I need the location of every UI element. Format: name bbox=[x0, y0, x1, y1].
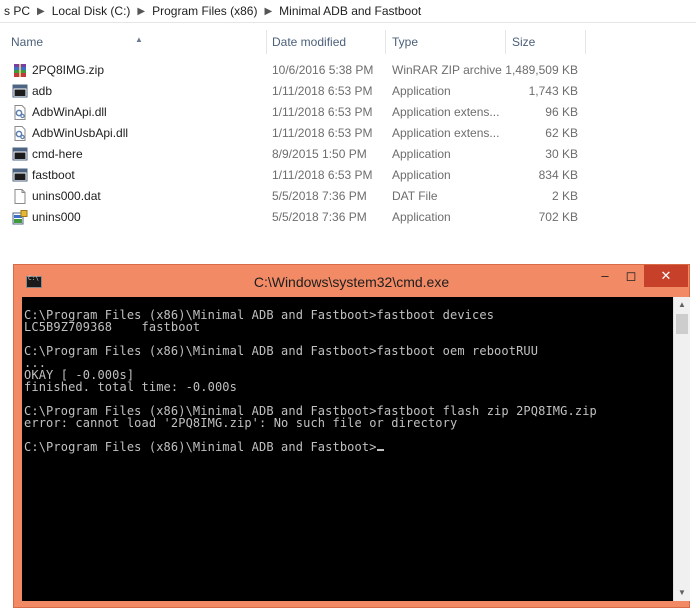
file-size: 702 KB bbox=[538, 210, 578, 224]
file-name: AdbWinApi.dll bbox=[32, 105, 107, 119]
chevron-right-icon[interactable]: ▶ bbox=[134, 6, 148, 17]
file-name: adb bbox=[32, 84, 53, 98]
close-icon: ✕ bbox=[660, 268, 672, 283]
cmd-output: C:\Program Files (x86)\Minimal ADB and F… bbox=[24, 309, 664, 453]
file-type: Application extens... bbox=[392, 126, 500, 140]
dll-file-icon bbox=[14, 126, 26, 141]
scroll-down-arrow-icon[interactable]: ▼ bbox=[674, 585, 690, 601]
file-type: Application extens... bbox=[392, 105, 500, 119]
file-type: Application bbox=[392, 147, 451, 161]
file-date: 1/11/2018 6:53 PM bbox=[272, 84, 373, 98]
scroll-up-arrow-icon[interactable]: ▲ bbox=[674, 297, 690, 313]
file-name: AdbWinUsbApi.dll bbox=[32, 126, 129, 140]
blank-file-icon bbox=[14, 189, 26, 204]
column-header-name[interactable]: Name ▲ bbox=[5, 30, 267, 54]
file-date: 1/11/2018 6:53 PM bbox=[272, 126, 373, 140]
close-button[interactable]: ✕ bbox=[644, 265, 688, 287]
breadcrumb-current-folder[interactable]: Minimal ADB and Fastboot bbox=[275, 4, 425, 18]
column-header-type[interactable]: Type bbox=[386, 30, 506, 54]
file-row[interactable]: adb 1/11/2018 6:53 PM Application 1,743 … bbox=[0, 81, 696, 102]
file-name: cmd-here bbox=[32, 147, 83, 161]
console-app-icon bbox=[12, 84, 28, 98]
chevron-right-icon[interactable]: ▶ bbox=[34, 6, 48, 17]
file-row[interactable]: unins000.dat 5/5/2018 7:36 PM DAT File 2… bbox=[0, 186, 696, 207]
cmd-titlebar[interactable]: C:\Windows\system32\cmd.exe – ◻ ✕ bbox=[14, 265, 689, 297]
winrar-archive-icon bbox=[14, 64, 26, 77]
file-date: 10/6/2016 5:38 PM bbox=[272, 63, 374, 77]
file-size: 1,743 KB bbox=[528, 84, 578, 98]
cmd-output-text: C:\Program Files (x86)\Minimal ADB and F… bbox=[24, 308, 597, 454]
file-type: Application bbox=[392, 84, 451, 98]
file-type: Application bbox=[392, 168, 451, 182]
file-size: 2 KB bbox=[551, 189, 578, 203]
cmd-window-title: C:\Windows\system32\cmd.exe bbox=[253, 274, 450, 290]
breadcrumb: s PC ▶ Local Disk (C:) ▶ Program Files (… bbox=[0, 0, 696, 23]
sort-ascending-icon: ▲ bbox=[135, 35, 143, 44]
maximize-button[interactable]: ◻ bbox=[618, 265, 644, 287]
text-cursor bbox=[376, 449, 384, 451]
file-type: WinRAR ZIP archive bbox=[392, 63, 502, 77]
console-app-icon bbox=[12, 147, 28, 161]
file-name: unins000 bbox=[32, 210, 81, 224]
column-header-row: Name ▲ Date modified Type Size bbox=[0, 30, 696, 54]
file-row[interactable]: 2PQ8IMG.zip 10/6/2016 5:38 PM WinRAR ZIP… bbox=[0, 60, 696, 81]
dll-file-icon bbox=[14, 105, 26, 120]
file-date: 1/11/2018 6:53 PM bbox=[272, 168, 373, 182]
breadcrumb-this-pc[interactable]: s PC bbox=[0, 4, 34, 18]
cmd-console[interactable]: C:\Program Files (x86)\Minimal ADB and F… bbox=[22, 297, 690, 601]
file-size: 62 KB bbox=[545, 126, 578, 140]
cmd-window: C:\Windows\system32\cmd.exe – ◻ ✕ C:\Pro… bbox=[13, 264, 690, 608]
installer-app-icon bbox=[12, 210, 28, 225]
file-date: 8/9/2015 1:50 PM bbox=[272, 147, 367, 161]
file-row[interactable]: unins000 5/5/2018 7:36 PM Application 70… bbox=[0, 207, 696, 228]
file-row[interactable]: fastboot 1/11/2018 6:53 PM Application 8… bbox=[0, 165, 696, 186]
column-header-date[interactable]: Date modified bbox=[266, 30, 386, 54]
file-name: unins000.dat bbox=[32, 189, 101, 203]
file-name: 2PQ8IMG.zip bbox=[32, 63, 105, 77]
file-type: DAT File bbox=[392, 189, 438, 203]
file-size: 1,489,509 KB bbox=[505, 63, 578, 77]
file-row[interactable]: cmd-here 8/9/2015 1:50 PM Application 30… bbox=[0, 144, 696, 165]
file-list: 2PQ8IMG.zip 10/6/2016 5:38 PM WinRAR ZIP… bbox=[0, 60, 696, 228]
file-type: Application bbox=[392, 210, 451, 224]
file-date: 1/11/2018 6:53 PM bbox=[272, 105, 373, 119]
file-name: fastboot bbox=[32, 168, 75, 182]
file-size: 96 KB bbox=[545, 105, 578, 119]
column-header-size[interactable]: Size bbox=[506, 30, 586, 54]
file-row[interactable]: AdbWinUsbApi.dll 1/11/2018 6:53 PM Appli… bbox=[0, 123, 696, 144]
file-row[interactable]: AdbWinApi.dll 1/11/2018 6:53 PM Applicat… bbox=[0, 102, 696, 123]
chevron-right-icon[interactable]: ▶ bbox=[261, 6, 275, 17]
console-app-icon bbox=[12, 168, 28, 182]
breadcrumb-local-disk[interactable]: Local Disk (C:) bbox=[48, 4, 135, 18]
breadcrumb-program-files[interactable]: Program Files (x86) bbox=[148, 4, 261, 18]
file-size: 30 KB bbox=[545, 147, 578, 161]
file-date: 5/5/2018 7:36 PM bbox=[272, 189, 367, 203]
minimize-button[interactable]: – bbox=[592, 265, 618, 287]
file-size: 834 KB bbox=[538, 168, 578, 182]
vertical-scrollbar[interactable]: ▲ ▼ bbox=[673, 297, 690, 601]
file-date: 5/5/2018 7:36 PM bbox=[272, 210, 367, 224]
scrollbar-thumb[interactable] bbox=[676, 314, 688, 334]
